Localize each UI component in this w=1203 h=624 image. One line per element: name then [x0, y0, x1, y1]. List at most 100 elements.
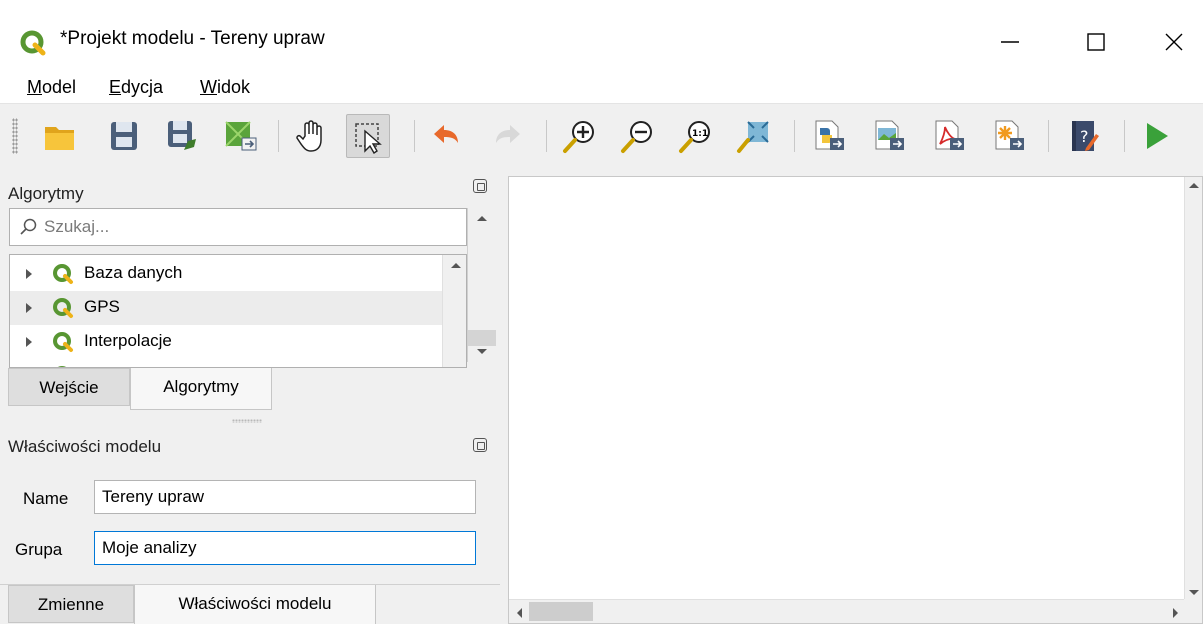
- window-title: *Projekt modelu - Tereny upraw: [60, 28, 325, 49]
- save-model-icon: [111, 122, 137, 150]
- search-icon: [20, 218, 37, 235]
- run-model-icon: [1147, 123, 1168, 149]
- scroll-right-icon: [1173, 608, 1178, 618]
- toolbar-separator: [278, 120, 279, 152]
- expand-arrow-icon[interactable]: [26, 303, 32, 313]
- qgis-icon: [53, 264, 73, 284]
- edit-help-button[interactable]: ?: [1062, 114, 1106, 158]
- export-image-icon: [875, 120, 904, 150]
- tree-item-gps[interactable]: GPS: [10, 291, 442, 325]
- group-field[interactable]: [94, 531, 476, 565]
- menu-model[interactable]: Model: [27, 77, 76, 98]
- canvas-horizontal-scrollbar[interactable]: [509, 599, 1186, 623]
- zoom-in-icon: [563, 121, 594, 153]
- panel-scroll-thumb[interactable]: [468, 330, 496, 346]
- scroll-down-icon: [1189, 590, 1199, 595]
- tree-scrollbar[interactable]: [442, 255, 466, 367]
- qgis-icon: [53, 298, 73, 318]
- title-bar: *Projekt modelu - Tereny upraw: [0, 0, 1203, 74]
- svg-text:?: ?: [1080, 127, 1089, 146]
- maximize-button[interactable]: [1073, 22, 1119, 62]
- expand-arrow-icon[interactable]: [26, 337, 32, 347]
- qgis-icon: [53, 332, 73, 352]
- panel-splitter[interactable]: [232, 419, 262, 423]
- bottom-tab-bar: Zmienne Właściwości modelu: [0, 584, 500, 624]
- group-label: Grupa: [15, 540, 63, 559]
- open-model-button[interactable]: [38, 114, 82, 158]
- save-as-icon: [168, 121, 196, 150]
- save-in-project-icon: [225, 121, 257, 151]
- select-button[interactable]: [346, 114, 390, 158]
- tab-wejscie[interactable]: Wejście: [8, 368, 130, 406]
- search-input[interactable]: [44, 215, 444, 239]
- open-model-icon: [45, 127, 74, 150]
- undo-icon: [434, 125, 458, 143]
- select-icon: [355, 123, 382, 154]
- zoom-out-button[interactable]: [616, 114, 660, 158]
- export-pdf-button[interactable]: [926, 114, 970, 158]
- canvas-vertical-scrollbar[interactable]: [1184, 177, 1202, 601]
- scroll-down-icon: [477, 349, 487, 354]
- scroll-left-icon: [517, 608, 522, 618]
- export-pdf-icon: [935, 120, 964, 150]
- tab-zmienne[interactable]: Zmienne: [8, 585, 134, 623]
- qgis-icon: [20, 30, 46, 56]
- canvas-scroll-thumb[interactable]: [529, 602, 593, 621]
- redo-button[interactable]: [486, 114, 530, 158]
- expand-arrow-icon[interactable]: [26, 269, 32, 279]
- toolbar-separator: [546, 120, 547, 152]
- toolbar-separator: [1124, 120, 1125, 152]
- float-panel-icon[interactable]: [473, 179, 487, 193]
- svg-text:1:1: 1:1: [692, 129, 708, 139]
- export-svg-button[interactable]: [986, 114, 1030, 158]
- menu-edycja[interactable]: Edycja: [109, 77, 163, 98]
- undo-button[interactable]: [424, 114, 468, 158]
- tab-wlasciwosci-modelu[interactable]: Właściwości modelu: [134, 585, 376, 624]
- top-tab-bar: Wejście Algorytmy: [0, 368, 500, 412]
- export-python-icon: [815, 120, 844, 150]
- toolbar-grip[interactable]: [12, 118, 18, 154]
- zoom-full-button[interactable]: [732, 114, 776, 158]
- tree-item-baza-danych[interactable]: Baza danych: [10, 257, 442, 291]
- search-field[interactable]: [9, 208, 467, 246]
- algorithms-panel-title: Algorytmy: [8, 184, 84, 203]
- scroll-up-icon: [477, 216, 487, 221]
- scroll-corner: [1184, 599, 1202, 623]
- tree-item-interpolacje[interactable]: Interpolacje: [10, 325, 442, 359]
- panel-scrollbar[interactable]: [467, 208, 496, 362]
- toolbar-separator: [414, 120, 415, 152]
- name-field[interactable]: [94, 480, 476, 514]
- close-button[interactable]: [1151, 22, 1197, 62]
- menu-bar: Model Edycja Widok: [0, 74, 1203, 104]
- scroll-up-icon: [1189, 183, 1199, 188]
- toolbar-separator: [1048, 120, 1049, 152]
- minimize-icon: [1001, 41, 1019, 43]
- export-python-button[interactable]: [806, 114, 850, 158]
- export-svg-icon: [995, 120, 1024, 150]
- zoom-actual-button[interactable]: 1:1: [674, 114, 718, 158]
- float-panel-icon[interactable]: [473, 438, 487, 452]
- save-as-button[interactable]: [160, 114, 204, 158]
- run-model-button[interactable]: [1134, 114, 1178, 158]
- properties-panel-title: Właściwości modelu: [8, 437, 162, 456]
- tab-algorytmy[interactable]: Algorytmy: [130, 368, 272, 410]
- export-image-button[interactable]: [866, 114, 910, 158]
- pan-button[interactable]: [290, 114, 334, 158]
- minimize-button[interactable]: [987, 22, 1033, 62]
- scroll-up-icon: [451, 263, 461, 268]
- save-model-button[interactable]: [102, 114, 146, 158]
- close-icon: [1165, 33, 1183, 51]
- algorithm-tree: Baza danych GPS Interpolacje: [9, 254, 467, 368]
- tree-item-partial: [10, 359, 442, 367]
- maximize-icon: [1087, 33, 1105, 51]
- save-in-project-button[interactable]: [218, 114, 262, 158]
- redo-icon: [496, 125, 520, 143]
- toolbar-separator: [794, 120, 795, 152]
- zoom-out-icon: [621, 121, 652, 153]
- model-canvas[interactable]: [508, 176, 1203, 624]
- menu-widok[interactable]: Widok: [200, 77, 250, 98]
- toolbar: 1:1 ?: [0, 104, 1203, 168]
- pan-icon: [296, 120, 322, 152]
- edit-help-icon: ?: [1072, 121, 1099, 151]
- zoom-in-button[interactable]: [558, 114, 602, 158]
